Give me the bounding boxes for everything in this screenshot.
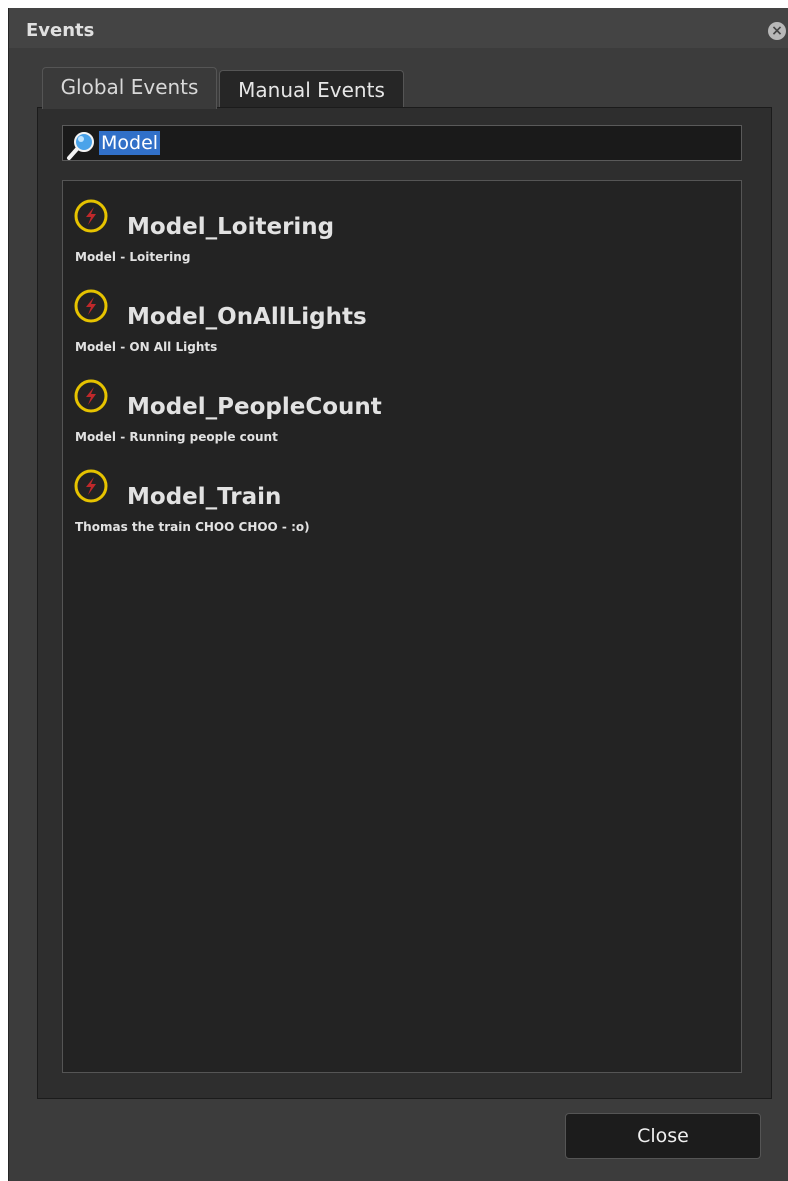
tab-global-events[interactable]: Global Events	[42, 67, 217, 109]
close-icon[interactable]: ×	[768, 22, 786, 40]
list-item[interactable]: Model_Train Thomas the train CHOO CHOO -…	[63, 468, 739, 552]
event-name: Model_OnAllLights	[127, 304, 367, 330]
search-icon	[67, 132, 94, 160]
close-button[interactable]: Close	[565, 1113, 761, 1159]
list-item[interactable]: Model_OnAllLights Model - ON All Lights	[63, 288, 739, 372]
event-description: Model - Loitering	[75, 250, 191, 264]
event-name: Model_PeopleCount	[127, 394, 382, 420]
event-description: Thomas the train CHOO CHOO - :o)	[75, 520, 310, 534]
tab-panel: Model Model_Loitering Model - Loitering …	[37, 107, 772, 1099]
search-value: Model	[99, 131, 161, 155]
events-dialog: Events × Global Events Manual Events Mod…	[8, 8, 788, 1181]
list-item[interactable]: Model_Loitering Model - Loitering	[63, 198, 739, 282]
event-name: Model_Train	[127, 484, 282, 510]
event-list[interactable]: Model_Loitering Model - Loitering Model_…	[62, 180, 742, 1073]
list-item[interactable]: Model_PeopleCount Model - Running people…	[63, 378, 739, 462]
dialog-title: Events	[26, 20, 95, 41]
tab-manual-events[interactable]: Manual Events	[219, 70, 404, 110]
search-input[interactable]: Model	[62, 125, 742, 161]
lightning-bolt-icon	[74, 469, 108, 503]
event-name: Model_Loitering	[127, 214, 335, 240]
title-bar: Events ×	[9, 8, 788, 48]
lightning-bolt-icon	[74, 199, 108, 233]
event-description: Model - Running people count	[75, 430, 278, 444]
event-description: Model - ON All Lights	[75, 340, 218, 354]
lightning-bolt-icon	[74, 289, 108, 323]
lightning-bolt-icon	[74, 379, 108, 413]
